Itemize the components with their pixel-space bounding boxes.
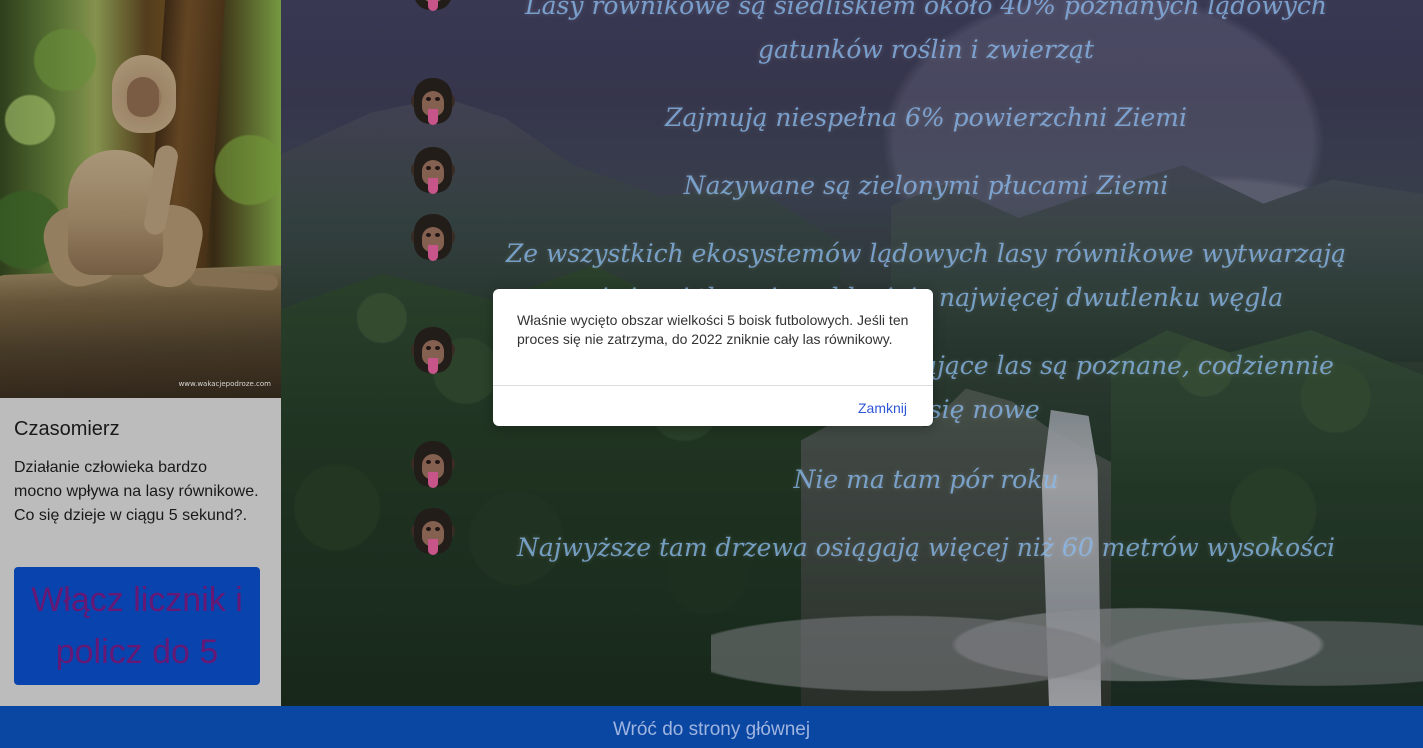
dialog-divider <box>493 385 933 386</box>
fact-text: Nie ma tam pór roku <box>793 465 1059 494</box>
close-dialog-button[interactable]: Zamknij <box>858 400 907 416</box>
fact-text: Nazywane są zielonymi płucami Ziemi <box>683 171 1169 200</box>
footer-home-link[interactable]: Wróć do strony głównej <box>0 706 1423 748</box>
photo-watermark: www.wakacjepodroze.com <box>178 380 271 388</box>
timer-description: Działanie człowieka bardzo mocno wpływa … <box>14 459 259 524</box>
fact-text: Zajmują niespełna 6% powierzchni Ziemi <box>665 103 1187 132</box>
monkey-photo: www.wakacjepodroze.com <box>0 0 281 398</box>
page: www.wakacjepodroze.com Czasomierz Działa… <box>0 0 1423 748</box>
alert-dialog: Właśnie wycięto obszar wielkości 5 boisk… <box>493 289 933 426</box>
fact-text: Najwyższe tam drzewa osiągają więcej niż… <box>516 533 1336 562</box>
alert-message: Właśnie wycięto obszar wielkości 5 boisk… <box>517 312 909 347</box>
monkey-face <box>127 77 159 117</box>
timer-panel: Czasomierz Działanie człowieka bardzo mo… <box>0 398 281 706</box>
start-timer-button[interactable]: Włącz licznik i policz do 5 <box>14 567 260 685</box>
fact-text: Lasy równikowe są siedliskiem około 40% … <box>525 0 1327 64</box>
timer-title: Czasomierz <box>14 418 120 440</box>
left-sidebar: www.wakacjepodroze.com Czasomierz Działa… <box>0 0 281 706</box>
